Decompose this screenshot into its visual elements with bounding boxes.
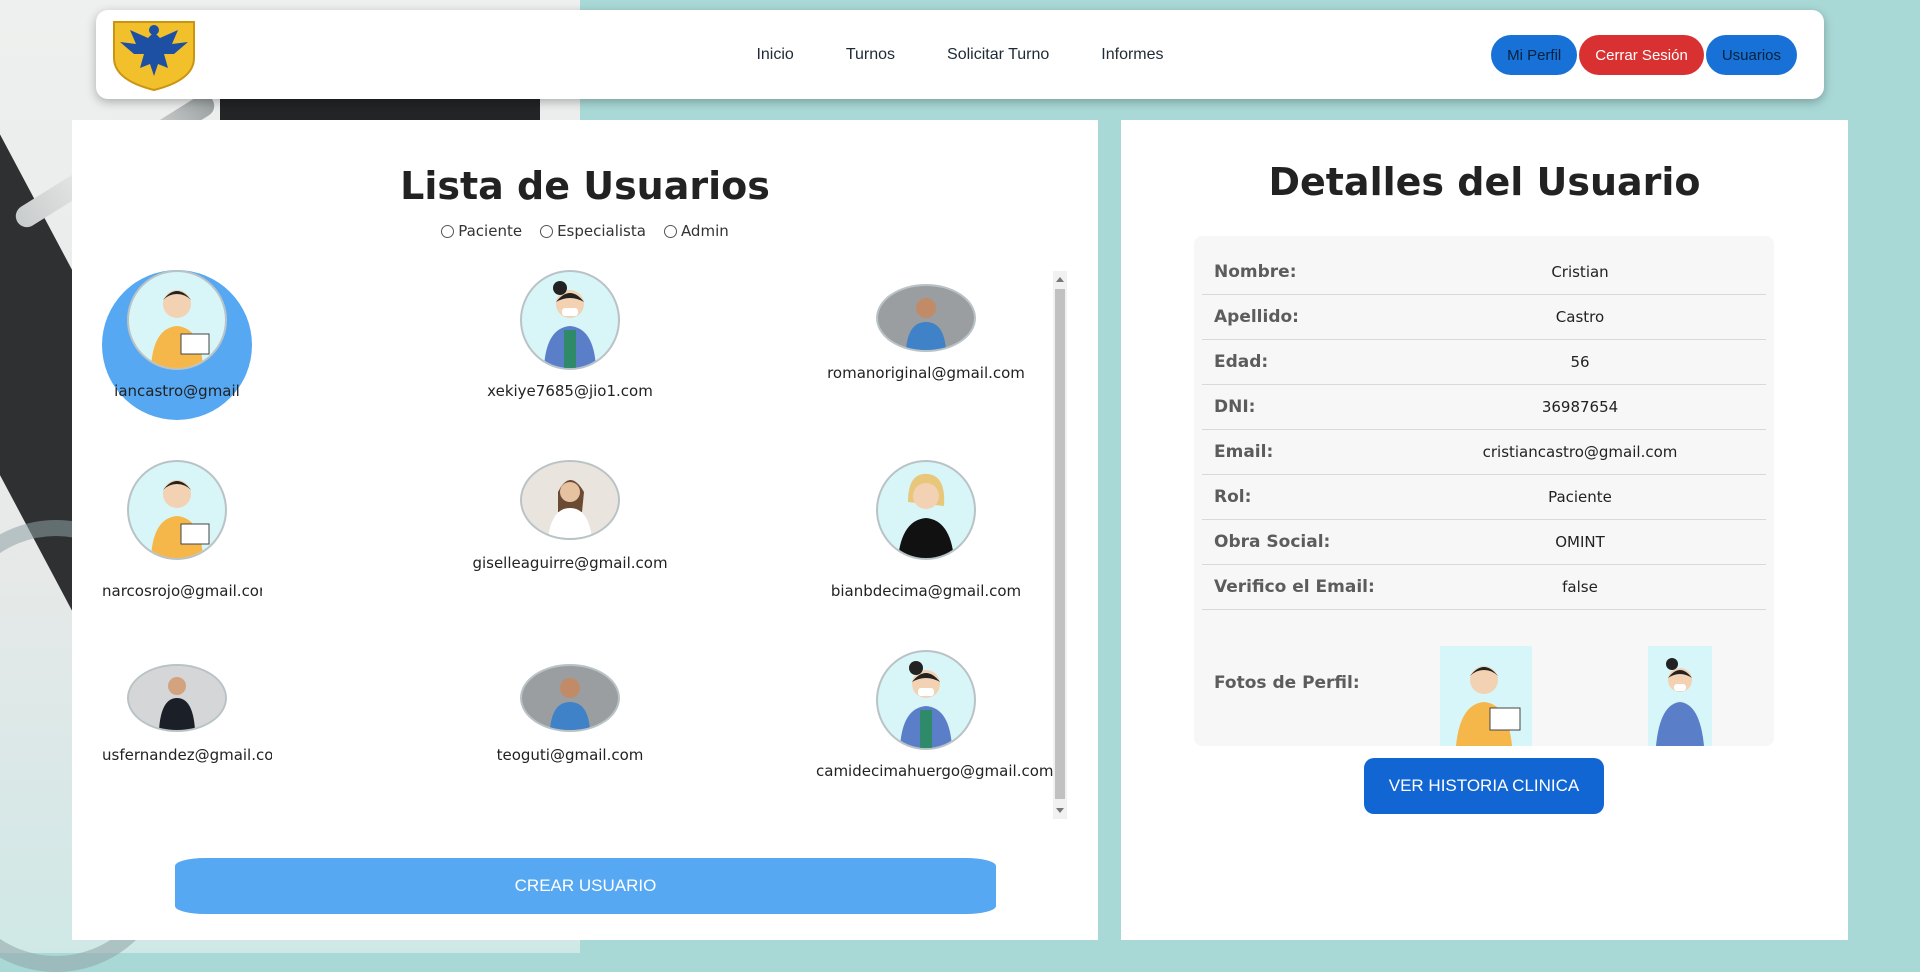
user-details-panel: Detalles del Usuario Nombre: Cristian Ape… [1121,120,1848,940]
user-email: narcosrojo@gmail.com [102,582,262,600]
mi-perfil-button[interactable]: Mi Perfil [1491,35,1578,75]
filter-label: Especialista [557,222,646,240]
user-email: giselleaguirre@gmail.com [472,554,668,572]
user-email: xekiye7685@jio1.com [487,382,653,400]
usuarios-button[interactable]: Usuarios [1705,35,1797,75]
radio-button[interactable] [441,224,455,238]
detail-value: Paciente [1548,488,1612,506]
nav-link-informes[interactable]: Informes [1101,46,1163,64]
detail-row-dni: DNI: 36987654 [1202,385,1766,430]
user-card[interactable]: usfernandez@gmail.com [102,664,272,764]
nav-link-turnos[interactable]: Turnos [846,46,895,64]
cerrar-sesion-button[interactable]: Cerrar Sesión [1579,35,1704,75]
detail-label: Nombre: [1214,262,1297,282]
detail-value: false [1562,578,1598,596]
detail-value: Cristian [1551,263,1609,281]
filter-paciente[interactable]: Paciente [441,222,522,240]
detail-row-nombre: Nombre: Cristian [1202,250,1766,295]
users-grid[interactable]: iancastro@gmail xekiye7685@jio1.com roma… [102,270,1084,818]
user-card[interactable]: narcosrojo@gmail.com [102,460,262,600]
nav-buttons: Mi Perfil Cerrar Sesión Usuarios [1491,35,1797,75]
detail-label: Rol: [1214,487,1252,507]
user-email: usfernandez@gmail.com [102,746,272,764]
detail-value: 36987654 [1541,398,1619,416]
detail-row-obra-social: Obra Social: OMINT [1202,520,1766,565]
photo-man-icon [876,284,976,352]
user-card[interactable]: giselleaguirre@gmail.com [460,460,680,572]
details-title: Detalles del Usuario [1268,160,1701,204]
ver-historia-clinica-button[interactable]: VER HISTORIA CLINICA [1364,758,1604,814]
detail-value: cristiancastro@gmail.com [1482,443,1678,461]
cartoon-woman-mask-icon [876,650,976,750]
user-card[interactable]: xekiye7685@jio1.com [460,270,680,400]
scrollbar-thumb[interactable] [1055,289,1065,799]
list-title: Lista de Usuarios [400,164,770,208]
cartoon-woman-mask-icon [520,270,620,370]
user-email: teoguti@gmail.com [496,746,644,764]
nav-link-solicitar-turno[interactable]: Solicitar Turno [947,46,1049,64]
navbar: Inicio Turnos Solicitar Turno Informes M… [96,10,1824,99]
user-email: romanoriginal@gmail.com [827,364,1025,382]
user-card-selected[interactable]: iancastro@gmail [102,270,252,420]
scroll-down-arrow-icon[interactable] [1056,808,1064,813]
user-card[interactable]: romanoriginal@gmail.com [816,284,1036,382]
photo-man-suit-icon [127,664,227,732]
detail-value: Castro [1555,308,1605,326]
users-list-panel: Lista de Usuarios Paciente Especialista … [72,120,1098,940]
detail-value: OMINT [1555,533,1605,551]
detail-label: DNI: [1214,397,1256,417]
detail-row-fotos: Fotos de Perfil: [1202,628,1766,746]
cartoon-woman-mask-icon [1648,646,1712,746]
user-card[interactable]: camidecimahuergo@gmail.com [816,650,1054,780]
radio-button[interactable] [540,224,554,238]
detail-row-apellido: Apellido: Castro [1202,295,1766,340]
radio-button[interactable] [663,224,677,238]
detail-label: Verifico el Email: [1214,577,1375,597]
detail-row-edad: Edad: 56 [1202,340,1766,385]
detail-label: Fotos de Perfil: [1214,673,1360,693]
detail-value: 56 [1570,353,1590,371]
role-filter: Paciente Especialista Admin [72,222,1098,240]
detail-label: Edad: [1214,352,1269,372]
user-email: bianbdecima@gmail.com [830,582,1022,600]
filter-admin[interactable]: Admin [663,222,729,240]
cartoon-man-laptop-icon [127,270,227,370]
detail-label: Email: [1214,442,1274,462]
details-card: Nombre: Cristian Apellido: Castro Edad: 56 … [1194,236,1774,746]
cartoon-woman-blonde-icon [876,460,976,560]
cartoon-man-laptop-icon [1440,646,1532,746]
filter-especialista[interactable]: Especialista [540,222,646,240]
detail-row-email: Email: cristiancastro@gmail.com [1202,430,1766,475]
detail-label: Apellido: [1214,307,1299,327]
user-email: camidecimahuergo@gmail.com [816,762,1054,780]
photo-doctor-woman-icon [520,460,620,540]
scroll-up-arrow-icon[interactable] [1056,277,1064,282]
user-card[interactable]: teoguti@gmail.com [460,664,680,764]
crear-usuario-button[interactable]: CREAR USUARIO [175,858,996,914]
user-card[interactable]: bianbdecima@gmail.com [816,460,1036,600]
photo-man-icon [520,664,620,732]
cartoon-man-laptop-icon [127,460,227,560]
detail-row-verifico-email: Verifico el Email: false [1202,565,1766,610]
users-scrollbar[interactable] [1053,271,1067,819]
user-email: iancastro@gmail [114,382,240,400]
detail-row-rol: Rol: Paciente [1202,475,1766,520]
nav-link-inicio[interactable]: Inicio [756,46,793,64]
detail-label: Obra Social: [1214,532,1331,552]
filter-label: Admin [680,222,729,240]
filter-label: Paciente [458,222,523,240]
